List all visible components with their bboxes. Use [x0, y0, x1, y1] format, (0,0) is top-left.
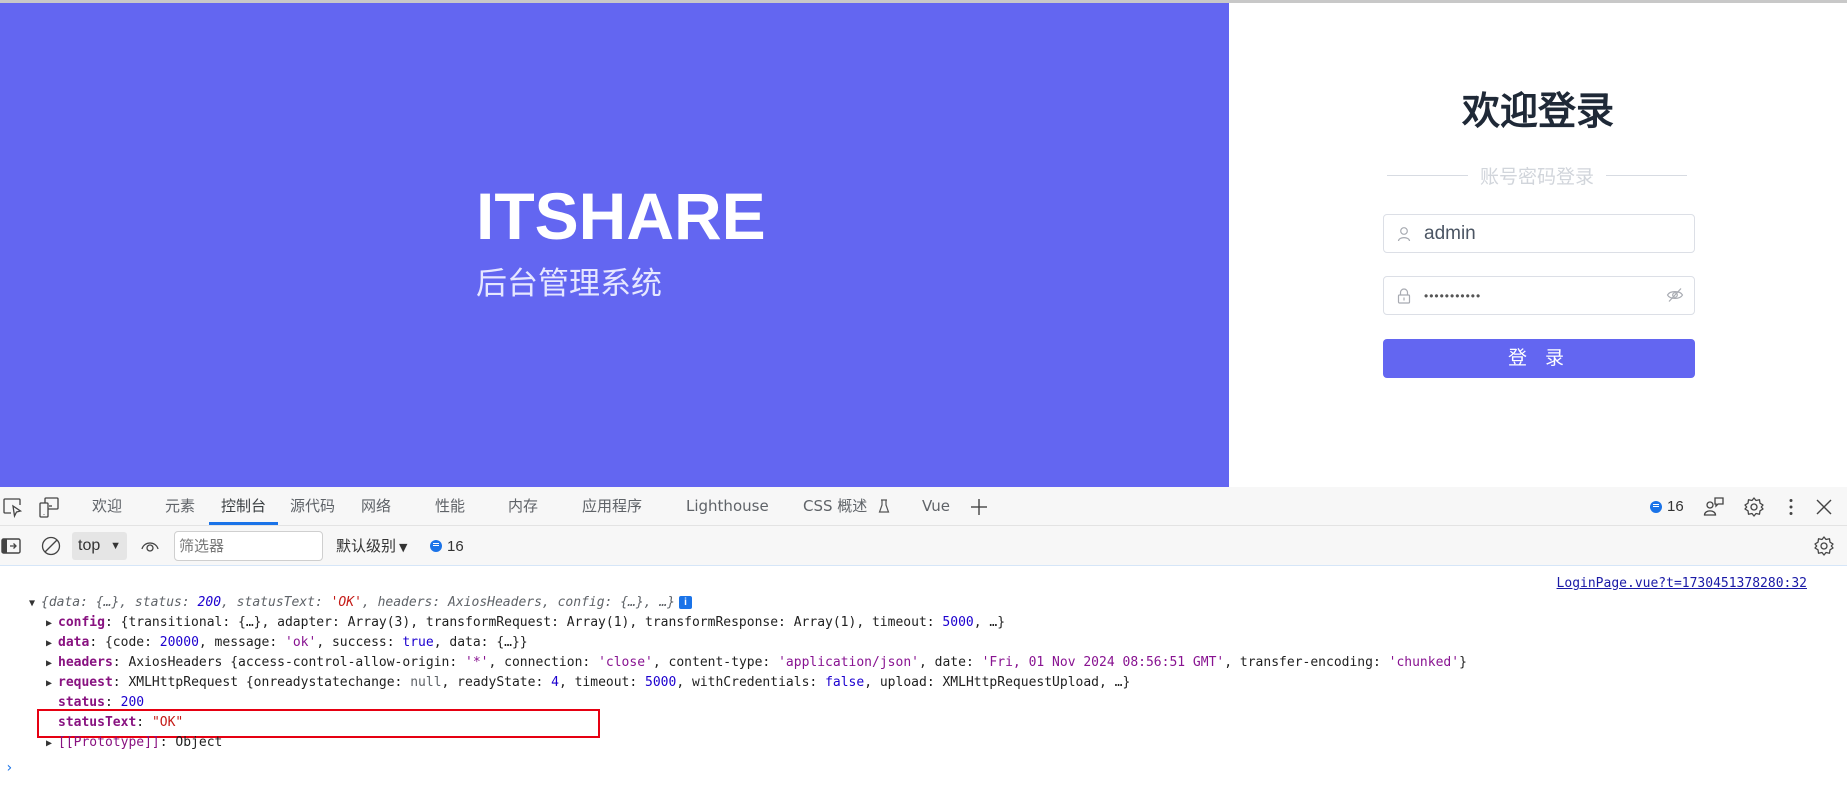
- divider-line-left: [1387, 174, 1468, 176]
- collapsed-triangle-icon[interactable]: ▶: [46, 654, 58, 674]
- settings-gear-icon[interactable]: [1743, 496, 1765, 518]
- message-count: 16: [447, 537, 464, 555]
- console-prop-statustext: statusText: "OK": [58, 715, 184, 730]
- username-value[interactable]: admin: [1424, 223, 1476, 245]
- user-icon: [1384, 226, 1424, 242]
- collapsed-triangle-icon[interactable]: ▶: [46, 734, 58, 754]
- clear-console-icon[interactable]: [40, 535, 62, 557]
- console-prop-request[interactable]: ▶ request: XMLHttpRequest {onreadystatech…: [46, 673, 1130, 693]
- console-prop-config[interactable]: ▶ config: {transitional: {…}, adapter: Ar…: [46, 613, 1005, 633]
- console-toolbar: top ▼ 默认级别▼ 16: [0, 526, 1847, 566]
- issues-counter[interactable]: 16: [1650, 487, 1684, 526]
- tab-console[interactable]: 控制台: [208, 487, 279, 526]
- more-options-kebab-icon[interactable]: [1780, 496, 1802, 518]
- experiment-flask-icon: [878, 499, 890, 513]
- info-icon[interactable]: i: [679, 596, 692, 609]
- issues-count: 16: [1667, 498, 1684, 515]
- tab-application[interactable]: 应用程序: [582, 487, 642, 526]
- login-method-label: 账号密码登录: [1480, 165, 1595, 188]
- expanded-triangle-icon[interactable]: ▼: [29, 594, 41, 614]
- log-level-value: 默认级别: [336, 537, 397, 555]
- feedback-icon[interactable]: [1703, 496, 1725, 518]
- username-field[interactable]: admin: [1383, 214, 1695, 253]
- dropdown-arrow-icon: ▼: [110, 540, 121, 552]
- dropdown-arrow-icon: ▼: [399, 541, 408, 554]
- live-expression-eye-icon[interactable]: [139, 535, 161, 557]
- tab-memory[interactable]: 内存: [508, 487, 538, 526]
- devtools-panel: 欢迎 元素 控制台 源代码 网络 性能 内存 应用程序 Lighthouse C…: [0, 487, 1847, 812]
- console-settings-gear-icon[interactable]: [1813, 535, 1835, 557]
- tab-performance[interactable]: 性能: [435, 487, 465, 526]
- divider-line-right: [1606, 174, 1688, 176]
- console-output: LoginPage.vue?t=1730451378280:32 ▼ {data:…: [0, 567, 1847, 812]
- brand-subtitle: 后台管理系统: [476, 266, 662, 302]
- console-filter-input[interactable]: [174, 531, 323, 561]
- login-title: 欢迎登录: [1461, 89, 1614, 133]
- console-prop-prototype[interactable]: ▶ [[Prototype]]: Object: [46, 733, 222, 753]
- console-prop-status: status: 200: [58, 695, 145, 710]
- console-prompt-chevron-icon[interactable]: ›: [5, 760, 13, 776]
- tab-vue[interactable]: Vue: [922, 487, 950, 526]
- console-object-summary[interactable]: ▼ {data: {…}, status: 200, statusText: 'O…: [29, 593, 692, 613]
- collapsed-triangle-icon[interactable]: ▶: [46, 674, 58, 694]
- console-message-counter[interactable]: 16: [430, 526, 464, 566]
- console-source-link[interactable]: LoginPage.vue?t=1730451378280:32: [1557, 576, 1807, 591]
- execution-context-value: top: [78, 537, 101, 554]
- device-toolbar-icon[interactable]: [38, 496, 60, 518]
- tab-elements[interactable]: 元素: [165, 487, 195, 526]
- password-field[interactable]: •••••••••••: [1383, 276, 1695, 315]
- tab-sources[interactable]: 源代码: [290, 487, 335, 526]
- close-devtools-icon[interactable]: [1813, 496, 1835, 518]
- collapsed-triangle-icon[interactable]: ▶: [46, 614, 58, 634]
- tab-css-overview-label: CSS 概述: [803, 497, 868, 515]
- tab-css-overview[interactable]: CSS 概述: [803, 487, 890, 526]
- login-button[interactable]: 登 录: [1383, 339, 1695, 378]
- login-panel: 欢迎登录 账号密码登录 admin ••••••••••• 登 录: [1229, 3, 1847, 487]
- eye-off-icon[interactable]: [1666, 287, 1684, 308]
- more-tabs-plus-icon[interactable]: [968, 496, 990, 518]
- message-bubble-icon: [1650, 500, 1662, 513]
- show-sidebar-icon[interactable]: [0, 535, 22, 557]
- log-level-dropdown[interactable]: 默认级别 ▼: [336, 526, 407, 566]
- brand-title: ITSHARE: [476, 179, 766, 253]
- password-value[interactable]: •••••••••••: [1424, 289, 1481, 303]
- execution-context-select[interactable]: top ▼: [72, 532, 127, 560]
- devtools-tabbar: 欢迎 元素 控制台 源代码 网络 性能 内存 应用程序 Lighthouse C…: [0, 487, 1847, 526]
- login-method-divider: 账号密码登录: [1387, 163, 1688, 188]
- collapsed-triangle-icon[interactable]: ▶: [46, 634, 58, 654]
- console-prop-data[interactable]: ▶ data: {code: 20000, message: 'ok', succ…: [46, 633, 528, 653]
- message-bubble-icon: [430, 540, 442, 552]
- inspect-element-icon[interactable]: [2, 496, 24, 519]
- tab-welcome[interactable]: 欢迎: [92, 487, 122, 526]
- lock-icon: [1384, 287, 1424, 304]
- tab-network[interactable]: 网络: [361, 487, 391, 526]
- hero-panel: ITSHARE 后台管理系统: [0, 3, 1229, 487]
- console-prop-headers[interactable]: ▶ headers: AxiosHeaders {access-control-a…: [46, 653, 1467, 673]
- tab-lighthouse[interactable]: Lighthouse: [686, 487, 769, 526]
